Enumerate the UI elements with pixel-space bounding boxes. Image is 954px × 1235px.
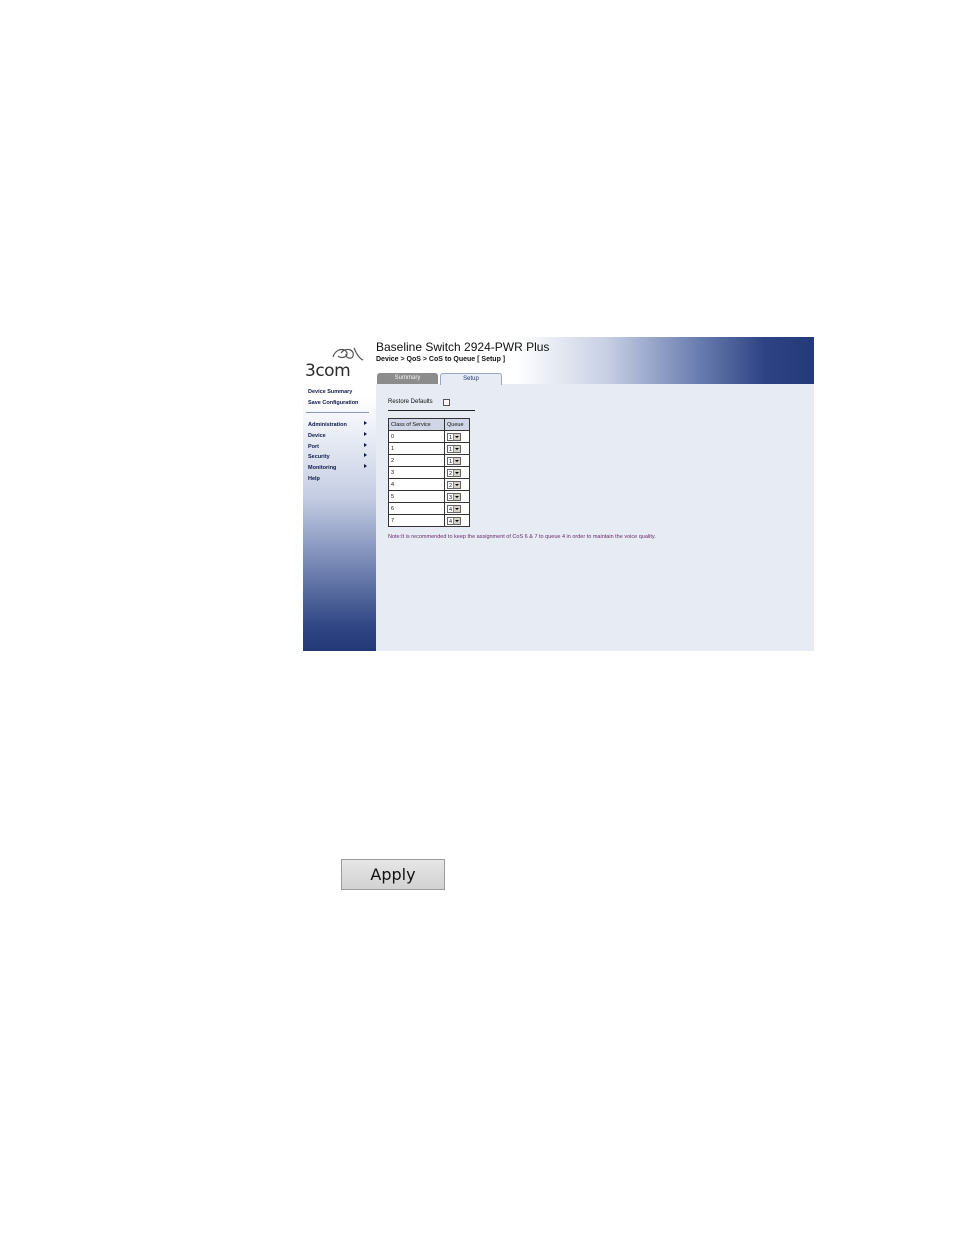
queue-cell: 4 — [444, 514, 470, 527]
voice-quality-note: Note:It is recommended to keep the assig… — [388, 534, 656, 540]
queue-select[interactable]: 2 — [447, 480, 461, 489]
tab-setup[interactable]: Setup — [440, 373, 502, 385]
cos-value: 4 — [388, 478, 445, 491]
dropdown-arrow-icon[interactable] — [453, 493, 460, 500]
queue-value: 1 — [449, 434, 453, 441]
queue-cell: 3 — [444, 490, 470, 503]
cos-value: 7 — [388, 514, 445, 527]
sidebar-item-port[interactable]: Port — [308, 444, 319, 450]
sidebar-item-monitoring[interactable]: Monitoring — [308, 465, 336, 471]
dropdown-arrow-icon[interactable] — [453, 481, 460, 488]
queue-select[interactable]: 2 — [447, 468, 461, 477]
queue-cell: 2 — [444, 466, 470, 479]
3com-logo: 3com — [305, 343, 367, 381]
tab-summary[interactable]: Summary — [377, 373, 438, 384]
sidebar-item-security[interactable]: Security — [308, 454, 330, 460]
header: Baseline Switch 2924-PWR Plus Device > Q… — [376, 337, 814, 385]
column-header-class-of-service: Class of Service — [388, 418, 445, 431]
queue-cell: 1 — [444, 430, 470, 443]
arrow-right-icon — [364, 443, 367, 447]
sidebar-item-device[interactable]: Device — [308, 433, 326, 439]
queue-cell: 1 — [444, 454, 470, 467]
cos-value: 0 — [388, 430, 445, 443]
queue-select[interactable]: 1 — [447, 456, 461, 465]
queue-value: 3 — [449, 494, 453, 501]
cos-value: 2 — [388, 454, 445, 467]
cos-queue-table: Class of Service Queue 0 1 1 1 2 1 3 2 4… — [388, 418, 470, 527]
cos-value: 1 — [388, 442, 445, 455]
queue-value: 4 — [449, 506, 453, 513]
sidebar: 3com Device Summary Save Configuration A… — [303, 337, 376, 651]
dropdown-arrow-icon[interactable] — [453, 457, 460, 464]
queue-cell: 1 — [444, 442, 470, 455]
sidebar-link-device-summary[interactable]: Device Summary — [308, 389, 352, 395]
cos-value: 5 — [388, 490, 445, 503]
app-title: Baseline Switch 2924-PWR Plus — [376, 340, 550, 354]
table-row: 3 2 — [388, 466, 470, 479]
breadcrumb: Device > QoS > CoS to Queue [ Setup ] — [376, 356, 506, 363]
apply-button[interactable]: Apply — [341, 859, 445, 890]
sidebar-item-help[interactable]: Help — [308, 476, 320, 482]
queue-select[interactable]: 1 — [447, 432, 461, 441]
table-row: 7 4 — [388, 514, 470, 527]
arrow-right-icon — [364, 464, 367, 468]
logo-wordmark: 3com — [305, 361, 351, 381]
queue-select[interactable]: 1 — [447, 444, 461, 453]
sidebar-divider — [306, 412, 369, 413]
app-window: 3com Device Summary Save Configuration A… — [303, 337, 814, 651]
cos-value: 6 — [388, 502, 445, 515]
table-row: 4 2 — [388, 478, 470, 491]
dropdown-arrow-icon[interactable] — [453, 517, 460, 524]
table-header-row: Class of Service Queue — [388, 418, 470, 431]
queue-select[interactable]: 4 — [447, 516, 461, 525]
table-row: 5 3 — [388, 490, 470, 503]
table-row: 1 1 — [388, 442, 470, 455]
dropdown-arrow-icon[interactable] — [453, 445, 460, 452]
restore-defaults-checkbox[interactable] — [443, 399, 450, 406]
table-row: 6 4 — [388, 502, 470, 515]
queue-select[interactable]: 4 — [447, 504, 461, 513]
column-header-queue: Queue — [444, 418, 470, 431]
cos-value: 3 — [388, 466, 445, 479]
arrow-right-icon — [364, 421, 367, 425]
section-divider — [388, 410, 475, 411]
queue-select[interactable]: 3 — [447, 492, 461, 501]
arrow-right-icon — [364, 432, 367, 436]
table-row: 2 1 — [388, 454, 470, 467]
queue-value: 1 — [449, 446, 453, 453]
queue-cell: 4 — [444, 502, 470, 515]
sidebar-link-save-configuration[interactable]: Save Configuration — [308, 400, 358, 406]
arrow-right-icon — [364, 453, 367, 457]
queue-value: 2 — [449, 482, 453, 489]
dropdown-arrow-icon[interactable] — [453, 469, 460, 476]
restore-defaults-label: Restore Defaults — [388, 399, 433, 405]
table-row: 0 1 — [388, 430, 470, 443]
dropdown-arrow-icon[interactable] — [453, 433, 460, 440]
queue-value: 1 — [449, 458, 453, 465]
sidebar-item-administration[interactable]: Administration — [308, 422, 347, 428]
dropdown-arrow-icon[interactable] — [453, 505, 460, 512]
queue-value: 2 — [449, 470, 453, 477]
queue-cell: 2 — [444, 478, 470, 491]
queue-value: 4 — [449, 518, 453, 525]
